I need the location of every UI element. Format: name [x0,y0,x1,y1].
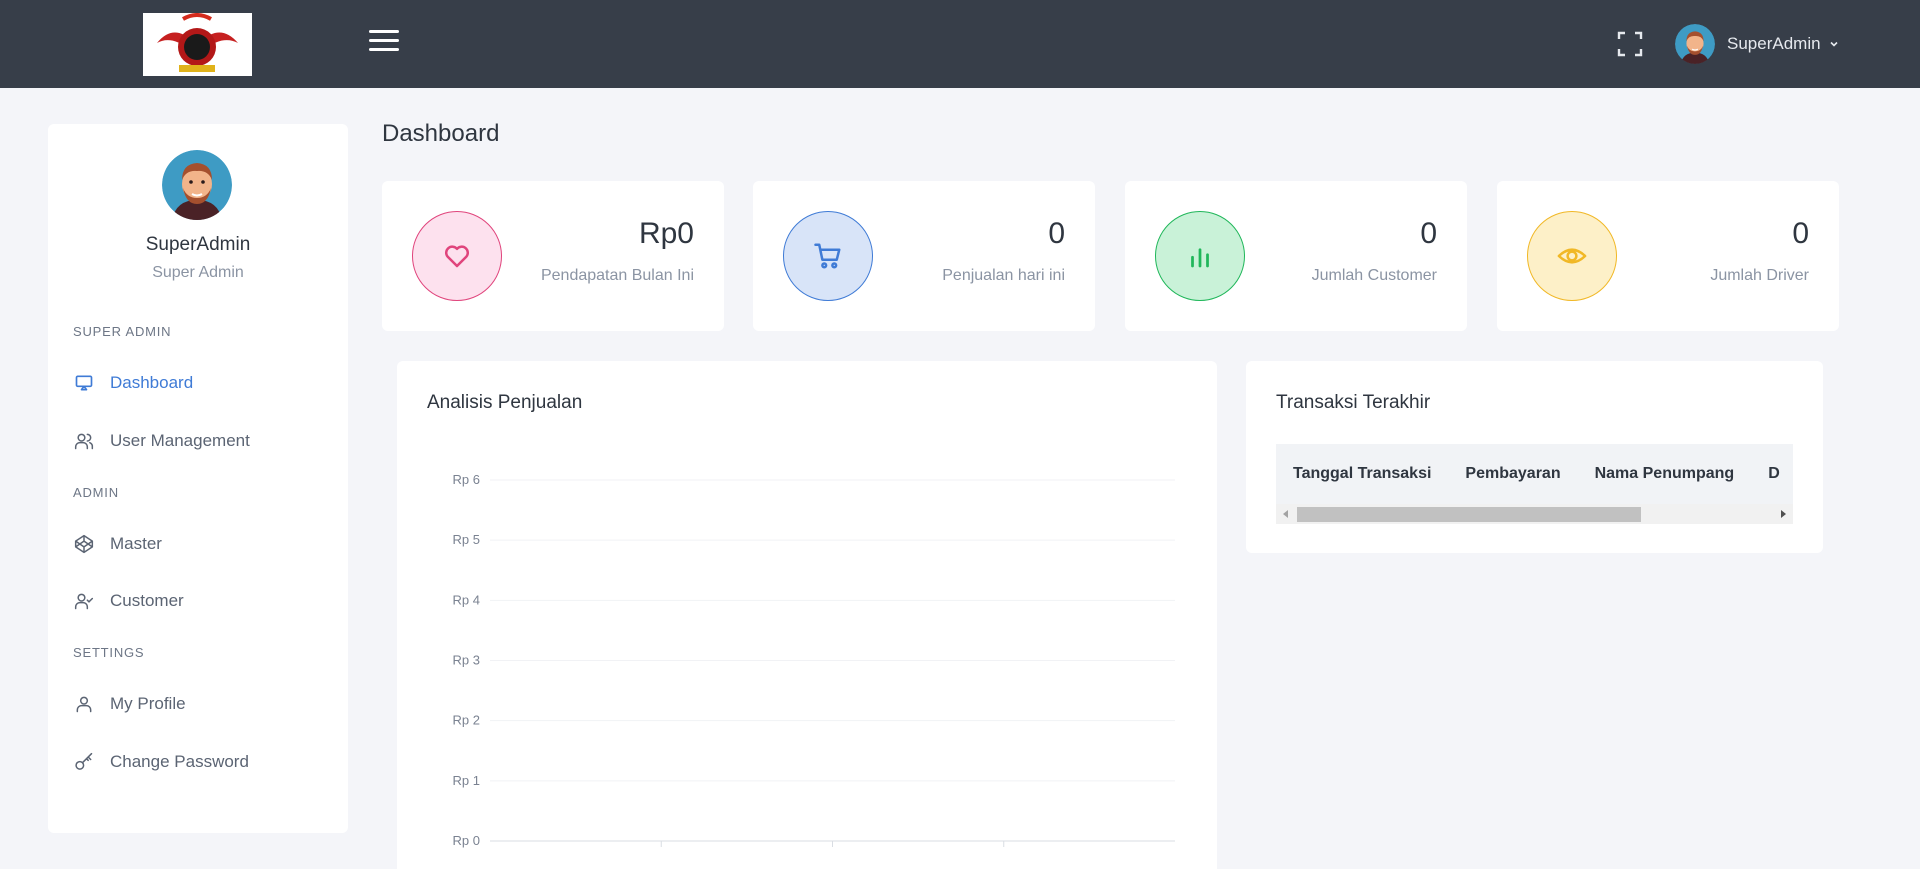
sidebar-item-label: Change Password [110,752,249,771]
profile-role: Super Admin [152,264,244,281]
stat-label: Pendapatan Bulan Ini [540,267,694,284]
section-label-admin: ADMIN [73,485,119,500]
sidebar-item-label: User Management [110,431,250,450]
stat-card-penjualan: 0 Penjualan hari ini [753,181,1095,331]
y-tick-label: Rp 3 [453,653,480,668]
sidebar-item-my-profile[interactable]: My Profile [73,686,333,722]
stat-card-customer: 0 Jumlah Customer [1125,181,1467,331]
monitor-icon [73,372,95,394]
eye-icon [1527,211,1617,301]
stat-label: Jumlah Customer [1311,267,1437,284]
codepen-icon [73,533,95,555]
y-tick-label: Rp 2 [453,713,480,728]
bar-chart-icon [1155,211,1245,301]
sidebar-item-label: Customer [110,591,184,610]
column-header-tanggal[interactable]: Tanggal Transaksi [1293,465,1431,483]
user-check-icon [73,590,95,612]
stat-card-pendapatan: Rp0 Pendapatan Bulan Ini [382,181,724,331]
stat-label: Jumlah Driver [1710,267,1809,284]
scrollbar-thumb[interactable] [1297,507,1641,522]
users-icon [73,430,95,452]
y-tick-label: Rp 1 [453,773,480,788]
y-tick-label: Rp 0 [453,833,480,848]
horizontal-scrollbar[interactable] [1276,504,1793,524]
user-icon [73,693,95,715]
brand-logo[interactable] [143,13,252,76]
profile-avatar[interactable] [162,150,232,220]
sidebar-item-label: My Profile [110,694,186,713]
section-label-super-admin: SUPER ADMIN [73,324,172,339]
page-title: Dashboard [382,120,500,147]
chevron-down-icon [1829,41,1838,47]
sidebar-item-label: Master [110,534,162,553]
sidebar-item-label: Dashboard [110,373,194,392]
user-dropdown[interactable]: SuperAdmin [1675,24,1839,64]
stat-value: 0 [1792,217,1809,250]
scroll-left-arrow-icon[interactable] [1280,508,1292,520]
table-header-row: Tanggal Transaksi Pembayaran Nama Penump… [1276,444,1793,504]
key-icon [73,751,95,773]
column-header-truncated[interactable]: D [1768,465,1780,483]
column-header-nama-penumpang[interactable]: Nama Penumpang [1595,465,1735,483]
y-tick-label: Rp 4 [453,592,480,607]
sidebar-item-user-management[interactable]: User Management [73,423,333,459]
recent-transactions-card: Transaksi Terakhir Tanggal Transaksi Pem… [1246,361,1823,553]
sales-chart: Rp 0 Rp 1 Rp 2 Rp 3 Rp 4 Rp 5 Rp 6 [453,472,1175,848]
sales-chart-card: Analisis Penjualan Rp 0 Rp 1 Rp 2 Rp 3 Rp 4R… [397,361,1217,869]
sidebar-item-customer[interactable]: Customer [73,583,333,619]
transactions-title: Transaksi Terakhir [1276,392,1431,413]
stat-value: 0 [1048,217,1065,250]
stat-label: Penjualan hari ini [942,267,1065,284]
sidebar-item-dashboard[interactable]: Dashboard [73,365,333,401]
sidebar-item-change-password[interactable]: Change Password [73,744,333,780]
section-label-settings: SETTINGS [73,645,145,660]
y-tick-label: Rp 6 [453,472,480,487]
top-navbar: SuperAdmin [0,0,1920,88]
transactions-table: Tanggal Transaksi Pembayaran Nama Penump… [1276,444,1793,524]
fullscreen-icon[interactable] [1617,31,1643,57]
user-name: SuperAdmin [1727,34,1821,53]
sidebar: SuperAdmin Super Admin SUPER ADMIN Dashb… [48,124,348,833]
y-tick-label: Rp 5 [453,532,480,547]
scroll-right-arrow-icon[interactable] [1777,508,1789,520]
cart-icon [783,211,873,301]
profile-name: SuperAdmin [145,234,251,255]
stat-value: Rp0 [638,217,694,250]
avatar [1675,24,1715,64]
sidebar-item-master[interactable]: Master [73,526,333,562]
stat-card-driver: 0 Jumlah Driver [1497,181,1839,331]
hamburger-menu-button[interactable] [369,30,399,56]
stat-value: 0 [1420,217,1437,250]
heart-icon [412,211,502,301]
column-header-pembayaran[interactable]: Pembayaran [1465,465,1560,483]
